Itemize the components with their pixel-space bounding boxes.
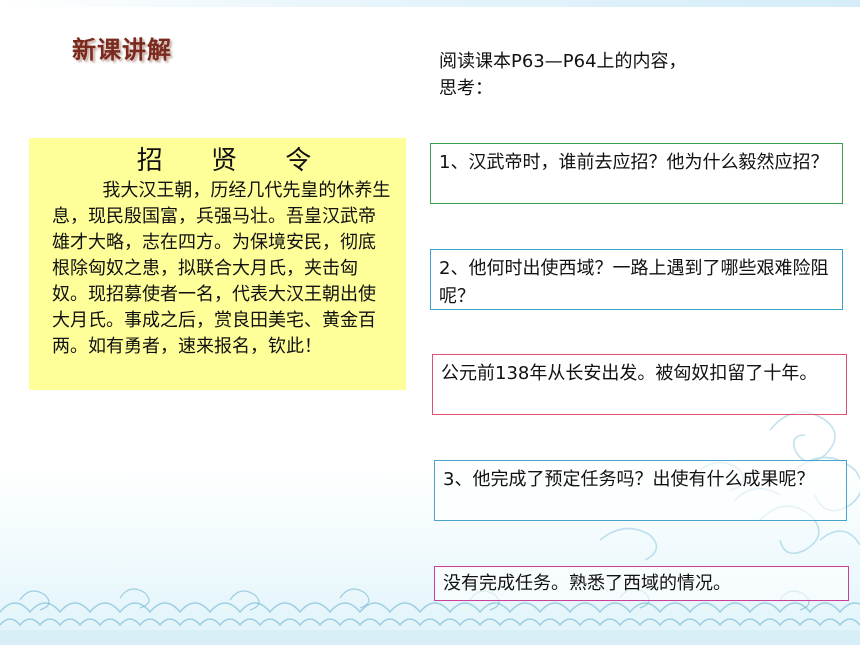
question-3-box: 3、他完成了预定任务吗？出使有什么成果呢？ bbox=[434, 460, 847, 521]
answer-2-box: 公元前138年从长安出发。被匈奴扣留了十年。 bbox=[432, 354, 847, 415]
question-1-box: 1、汉武帝时，谁前去应招？他为什么毅然应招？ bbox=[430, 143, 843, 204]
question-2-box: 2、他何时出使西域？一路上遇到了哪些艰难险阻呢？ bbox=[430, 249, 843, 310]
recruitment-decree-panel: 招 贤 令 我大汉王朝，历经几代先皇的休养生息，现民殷国富，兵强马壮。吾皇汉武帝… bbox=[29, 138, 406, 390]
decree-body: 我大汉王朝，历经几代先皇的休养生息，现民殷国富，兵强马壮。吾皇汉武帝雄才大略，志… bbox=[52, 180, 391, 357]
answer-3-box: 没有完成任务。熟悉了西域的情况。 bbox=[434, 566, 849, 601]
reading-instruction: 阅读课本P63—P64上的内容，思考： bbox=[439, 51, 687, 99]
section-heading: 新课讲解 bbox=[72, 35, 172, 64]
top-decorative-strip bbox=[0, 0, 860, 7]
decree-title: 招 贤 令 bbox=[136, 146, 332, 176]
